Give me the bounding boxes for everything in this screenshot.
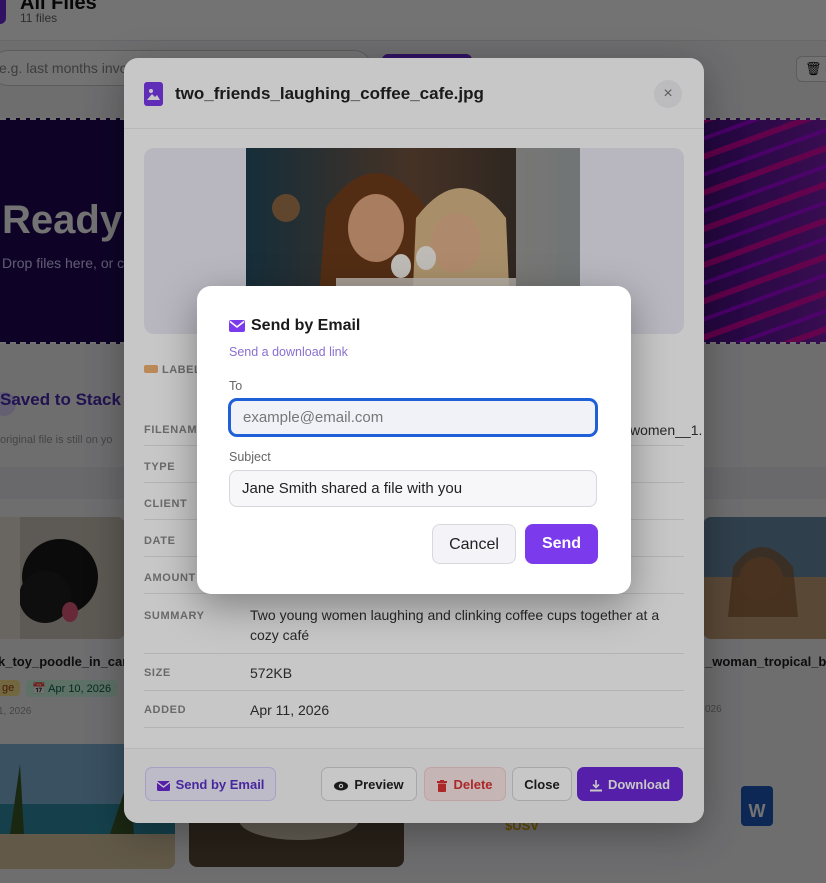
to-label: To [229,379,243,393]
dialog-title: Send by Email [251,317,361,334]
to-email-input[interactable] [229,399,597,436]
send-button[interactable]: Send [525,524,598,564]
subject-label: Subject [229,450,271,464]
cancel-button[interactable]: Cancel [432,524,516,564]
dialog-subtitle: Send a download link [229,345,348,359]
send-email-dialog: Send by Email Send a download link To Su… [197,286,631,594]
mail-icon [229,320,245,332]
subject-input[interactable] [229,470,597,507]
